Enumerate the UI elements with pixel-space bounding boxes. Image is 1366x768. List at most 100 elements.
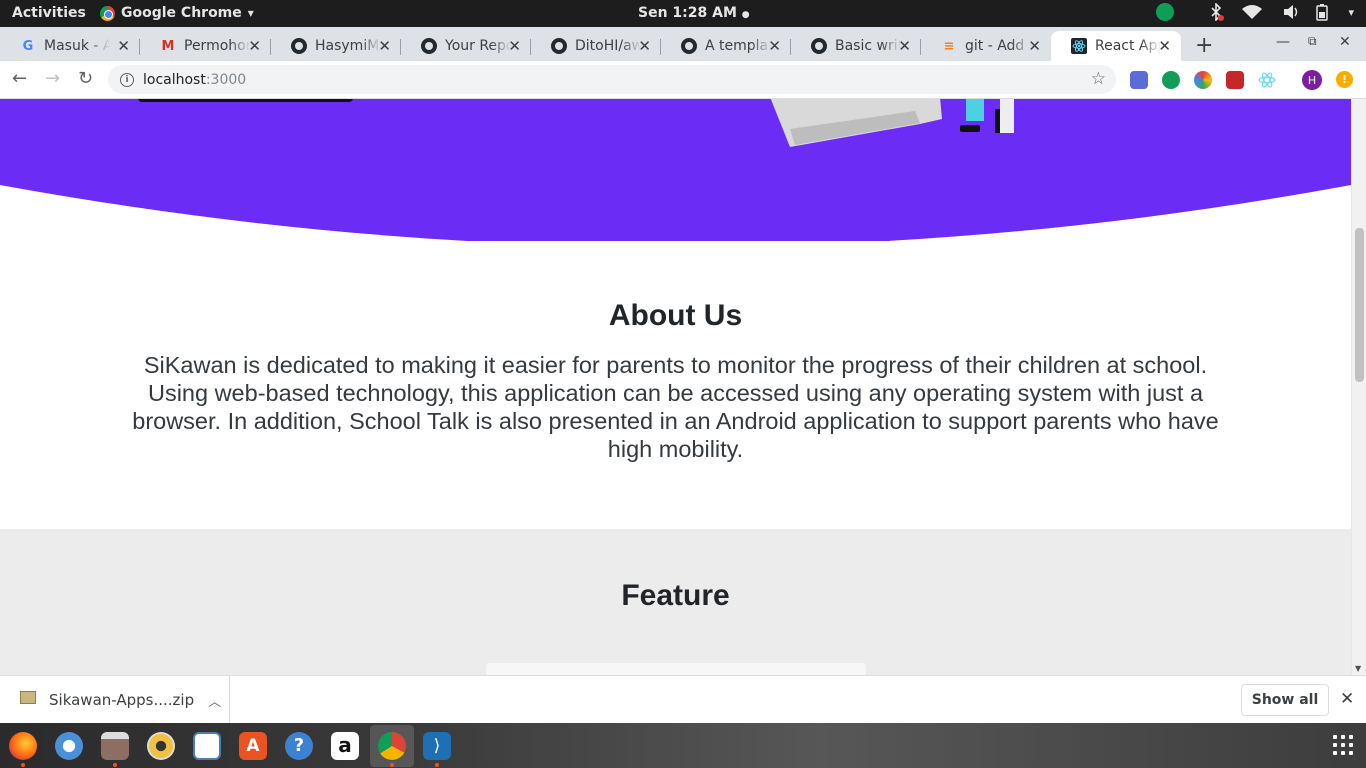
scrollbar-thumb[interactable] bbox=[1355, 228, 1364, 382]
tab-title: git - Add in bbox=[965, 38, 1031, 54]
tab-title: React App bbox=[1095, 38, 1161, 54]
tab-github-template[interactable]: A template ✕ bbox=[661, 31, 791, 61]
github-icon bbox=[681, 38, 697, 54]
vscode-icon[interactable]: ⟩ bbox=[423, 732, 451, 760]
feature-card bbox=[486, 663, 866, 675]
download-item[interactable]: Sikawan-Apps....zip ︿ bbox=[0, 676, 230, 724]
tab-github-ditohi[interactable]: DitoHI/awesome ✕ bbox=[531, 31, 661, 61]
reload-icon[interactable]: ↻ bbox=[78, 68, 93, 89]
update-icon[interactable]: ! bbox=[1336, 71, 1353, 88]
tab-github-hasymi[interactable]: HasymiMuha ✕ bbox=[271, 31, 401, 61]
system-tray[interactable]: ▾ bbox=[1156, 3, 1354, 21]
tab-stackoverflow-git[interactable]: ≡ git - Add in ✕ bbox=[921, 31, 1051, 61]
close-icon[interactable]: ✕ bbox=[378, 37, 391, 55]
react-devtools-icon[interactable] bbox=[1258, 71, 1276, 89]
gmail-icon: M bbox=[161, 38, 175, 54]
back-arrow-icon[interactable]: ← bbox=[12, 68, 27, 89]
url-port: :3000 bbox=[205, 71, 247, 88]
zip-file-icon bbox=[20, 690, 36, 704]
new-tab-button[interactable]: + bbox=[1195, 33, 1213, 58]
close-icon[interactable]: ✕ bbox=[1158, 37, 1171, 55]
tab-title: Basic writing bbox=[835, 38, 901, 54]
clock[interactable]: Sen 1:28 AM ● bbox=[638, 5, 750, 21]
close-icon[interactable]: ✕ bbox=[768, 37, 781, 55]
devtools-extension-icon[interactable] bbox=[1226, 71, 1244, 89]
volume-icon[interactable] bbox=[1282, 3, 1300, 21]
hangouts-extension-icon[interactable] bbox=[1162, 71, 1180, 89]
close-icon[interactable]: ✕ bbox=[638, 37, 651, 55]
tab-strip: G Masuk - Akun ✕ M Permohonan ✕ HasymiMu… bbox=[0, 27, 1366, 61]
clock-text: Sen 1:28 AM bbox=[638, 5, 737, 21]
close-icon[interactable]: ✕ bbox=[508, 37, 521, 55]
tab-title: HasymiMuha bbox=[315, 38, 381, 54]
about-description: SiKawan is dedicated to making it easier… bbox=[132, 352, 1219, 462]
thunderbird-icon[interactable] bbox=[55, 732, 83, 760]
profile-avatar[interactable]: H bbox=[1302, 70, 1322, 90]
tab-github-basic-writing[interactable]: Basic writing ✕ bbox=[791, 31, 921, 61]
about-section: About Us SiKawan is dedicated to making … bbox=[0, 299, 1351, 463]
chevron-up-icon[interactable]: ︿ bbox=[208, 691, 221, 710]
info-icon[interactable]: i bbox=[120, 72, 134, 87]
tab-react-app[interactable]: React App ✕ bbox=[1051, 31, 1181, 61]
firefox-icon[interactable] bbox=[9, 732, 37, 760]
amazon-icon[interactable]: a bbox=[331, 732, 359, 760]
tab-google-account[interactable]: G Masuk - Akun ✕ bbox=[0, 31, 140, 61]
hero-section bbox=[0, 99, 1351, 241]
react-icon bbox=[1071, 38, 1087, 54]
battery-icon[interactable] bbox=[1314, 3, 1334, 21]
url-host: localhost bbox=[143, 71, 206, 88]
download-file-name: Sikawan-Apps....zip bbox=[49, 691, 195, 709]
close-icon[interactable]: ✕ bbox=[248, 37, 261, 55]
activities-button[interactable]: Activities bbox=[12, 5, 86, 21]
help-icon[interactable]: ? bbox=[285, 732, 313, 760]
bookmark-star-icon[interactable]: ☆ bbox=[1091, 69, 1106, 89]
ubuntu-dock: A ? a ⟩ bbox=[0, 723, 1366, 768]
app-menu[interactable]: Google Chrome ▾ bbox=[100, 5, 254, 21]
tab-title: Masuk - Akun bbox=[44, 38, 110, 54]
tab-title: Your Repositories bbox=[445, 38, 511, 54]
files-icon[interactable] bbox=[101, 732, 129, 760]
close-window-icon[interactable]: ✕ bbox=[1339, 34, 1351, 50]
about-title: About Us bbox=[608, 299, 743, 332]
tab-title: A template bbox=[705, 38, 771, 54]
page-viewport: About Us SiKawan is dedicated to making … bbox=[0, 99, 1351, 675]
feature-title: Feature bbox=[621, 579, 730, 612]
google-icon: G bbox=[22, 38, 34, 54]
show-applications-icon[interactable] bbox=[1333, 735, 1353, 755]
chrome-icon bbox=[100, 5, 115, 21]
stackoverflow-icon: ≡ bbox=[943, 38, 955, 54]
chevron-down-icon[interactable]: ▾ bbox=[1348, 6, 1354, 19]
github-icon bbox=[291, 38, 307, 54]
bluetooth-icon[interactable] bbox=[1208, 3, 1225, 21]
address-bar[interactable]: i localhost:3000 ☆ bbox=[108, 65, 1116, 94]
forward-arrow-icon[interactable]: → bbox=[45, 68, 60, 89]
notification-dot-icon: ● bbox=[741, 10, 750, 20]
scroll-down-icon[interactable]: ▼ bbox=[1355, 664, 1361, 673]
ubuntu-top-bar: Activities Google Chrome ▾ Sen 1:28 AM ●… bbox=[0, 0, 1366, 27]
chrome-dock-icon[interactable] bbox=[378, 732, 406, 760]
hangouts-icon[interactable] bbox=[1156, 3, 1175, 21]
page-scrollbar[interactable]: ▼ bbox=[1351, 99, 1366, 675]
show-all-button[interactable]: Show all bbox=[1241, 684, 1329, 716]
translate-extension-icon[interactable] bbox=[1130, 71, 1148, 89]
app-name: Google Chrome bbox=[121, 5, 242, 21]
tab-title: DitoHI/awesome bbox=[575, 38, 641, 54]
close-icon[interactable]: ✕ bbox=[1340, 689, 1354, 709]
wifi-icon[interactable] bbox=[1238, 3, 1268, 21]
libreoffice-writer-icon[interactable] bbox=[193, 732, 221, 760]
close-icon[interactable]: ✕ bbox=[1028, 37, 1041, 55]
github-icon bbox=[551, 38, 567, 54]
close-icon[interactable]: ✕ bbox=[898, 37, 911, 55]
download-bar: Sikawan-Apps....zip ︿ Show all ✕ bbox=[0, 675, 1366, 724]
tab-gmail[interactable]: M Permohonan ✕ bbox=[140, 31, 271, 61]
software-center-icon[interactable]: A bbox=[239, 732, 267, 760]
minimize-icon[interactable]: — bbox=[1276, 34, 1290, 50]
close-icon[interactable]: ✕ bbox=[117, 37, 130, 55]
chevron-down-icon: ▾ bbox=[247, 6, 254, 20]
tab-title: Permohonan bbox=[184, 38, 250, 54]
tab-github-repos[interactable]: Your Repositories ✕ bbox=[401, 31, 531, 61]
rhythmbox-icon[interactable] bbox=[147, 732, 175, 760]
colorpick-extension-icon[interactable] bbox=[1194, 71, 1212, 89]
restore-icon[interactable]: ⧉ bbox=[1308, 34, 1317, 49]
browser-toolbar: ← → ↻ i localhost:3000 ☆ H ! bbox=[0, 61, 1366, 99]
